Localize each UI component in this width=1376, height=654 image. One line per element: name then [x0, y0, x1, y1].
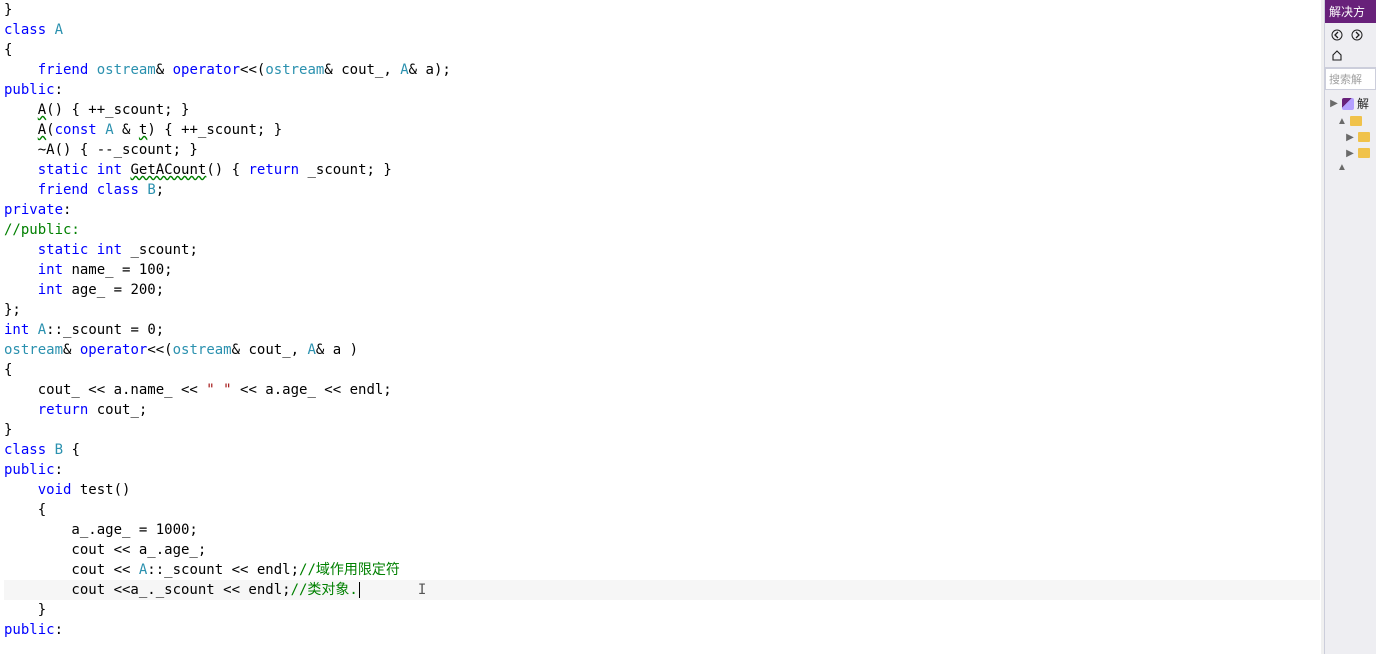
- tree-item[interactable]: ▲: [1327, 113, 1374, 129]
- editor-scrollbar[interactable]: [1321, 0, 1324, 654]
- folder-icon: [1349, 114, 1363, 128]
- folder-icon: [1357, 146, 1371, 160]
- tree-expand-icon[interactable]: ▶: [1329, 98, 1339, 109]
- code-line[interactable]: }: [4, 0, 1320, 20]
- code-line[interactable]: friend class B;: [4, 180, 1320, 200]
- code-line[interactable]: };: [4, 300, 1320, 320]
- code-line[interactable]: cout << A::_scount << endl;//域作用限定符: [4, 560, 1320, 580]
- code-line[interactable]: //public:: [4, 220, 1320, 240]
- code-line[interactable]: a_.age_ = 1000;: [4, 520, 1320, 540]
- code-line[interactable]: ~A() { --_scount; }: [4, 140, 1320, 160]
- forward-icon[interactable]: [1348, 26, 1366, 44]
- tree-item[interactable]: ▶解: [1327, 94, 1374, 113]
- code-line[interactable]: {: [4, 500, 1320, 520]
- code-line[interactable]: int age_ = 200;: [4, 280, 1320, 300]
- sln-icon: [1341, 97, 1355, 111]
- tree-expand-icon[interactable]: ▲: [1337, 162, 1347, 173]
- code-content[interactable]: }class A{ friend ostream& operator<<(ost…: [0, 0, 1324, 640]
- code-line[interactable]: return cout_;: [4, 400, 1320, 420]
- code-line[interactable]: private:: [4, 200, 1320, 220]
- code-line[interactable]: cout << a_.age_;: [4, 540, 1320, 560]
- code-line[interactable]: int A::_scount = 0;: [4, 320, 1320, 340]
- tree-item[interactable]: ▲: [1327, 161, 1374, 174]
- code-line[interactable]: void test(): [4, 480, 1320, 500]
- tree-expand-icon[interactable]: ▶: [1345, 148, 1355, 159]
- solution-tree[interactable]: ▶解▲▶▶▲: [1325, 90, 1376, 654]
- code-line[interactable]: public:: [4, 620, 1320, 640]
- code-editor[interactable]: }class A{ friend ostream& operator<<(ost…: [0, 0, 1324, 654]
- solution-explorer-title: 解决方: [1325, 0, 1376, 23]
- code-line[interactable]: static int _scount;: [4, 240, 1320, 260]
- tree-expand-icon[interactable]: ▲: [1337, 116, 1347, 127]
- code-line[interactable]: class A: [4, 20, 1320, 40]
- tree-item[interactable]: ▶: [1327, 129, 1374, 145]
- code-line[interactable]: cout_ << a.name_ << " " << a.age_ << end…: [4, 380, 1320, 400]
- tree-item[interactable]: ▶: [1327, 145, 1374, 161]
- code-line[interactable]: static int GetACount() { return _scount;…: [4, 160, 1320, 180]
- solution-explorer-toolbar: [1325, 23, 1376, 68]
- code-line[interactable]: ostream& operator<<(ostream& cout_, A& a…: [4, 340, 1320, 360]
- code-line[interactable]: class B {: [4, 440, 1320, 460]
- code-line[interactable]: public:: [4, 460, 1320, 480]
- solution-explorer-search[interactable]: 搜索解: [1325, 68, 1376, 90]
- code-line[interactable]: int name_ = 100;: [4, 260, 1320, 280]
- main-layout: }class A{ friend ostream& operator<<(ost…: [0, 0, 1376, 654]
- ibeam-cursor-icon: I: [418, 580, 426, 600]
- code-line[interactable]: }: [4, 600, 1320, 620]
- code-line[interactable]: A() { ++_scount; }: [4, 100, 1320, 120]
- tree-expand-icon[interactable]: ▶: [1345, 132, 1355, 143]
- home-icon[interactable]: [1328, 46, 1346, 64]
- text-cursor: [359, 582, 360, 598]
- code-line[interactable]: friend ostream& operator<<(ostream& cout…: [4, 60, 1320, 80]
- back-icon[interactable]: [1328, 26, 1346, 44]
- code-line[interactable]: }: [4, 420, 1320, 440]
- solution-explorer-panel: 解决方 搜索解 ▶解▲▶▶▲: [1324, 0, 1376, 654]
- tree-item-label: 解: [1357, 95, 1369, 112]
- code-line[interactable]: A(const A & t) { ++_scount; }: [4, 120, 1320, 140]
- folder-icon: [1357, 130, 1371, 144]
- code-line[interactable]: public:: [4, 80, 1320, 100]
- code-line[interactable]: {: [4, 360, 1320, 380]
- code-line[interactable]: cout <<a_._scount << endl;//类对象.I: [4, 580, 1320, 600]
- code-line[interactable]: {: [4, 40, 1320, 60]
